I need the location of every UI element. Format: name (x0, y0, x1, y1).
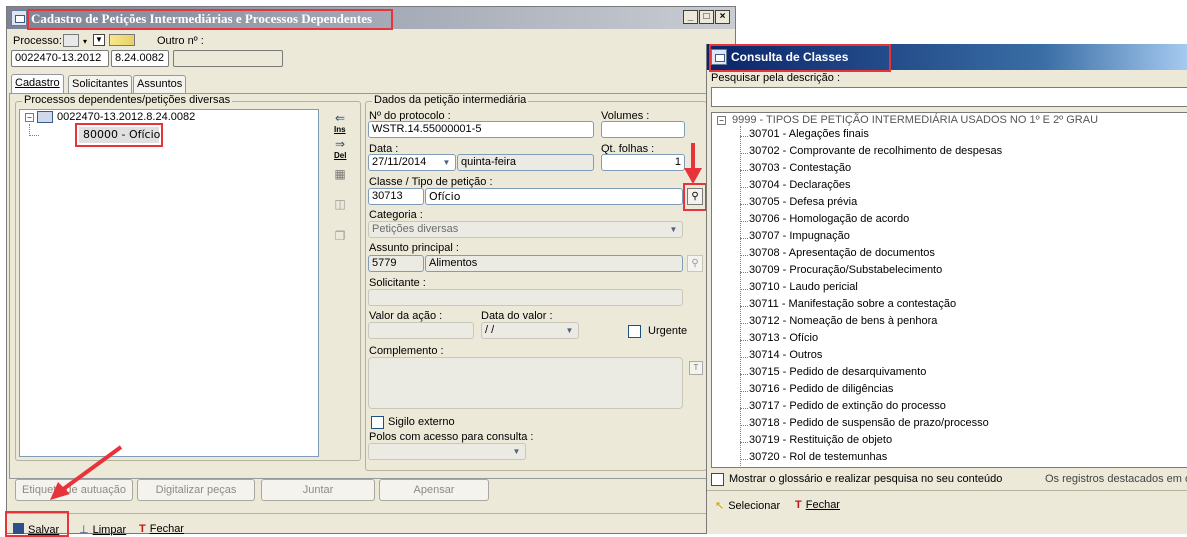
tree-connector (740, 238, 748, 239)
collapse-icon[interactable]: − (717, 116, 726, 125)
tree-connector (740, 187, 748, 188)
class-list-item[interactable]: 30718 - Pedido de suspensão de prazo/pro… (749, 417, 989, 434)
glossario-checkbox[interactable] (711, 473, 724, 486)
tree-connector (740, 340, 748, 341)
class-list-item[interactable]: 30720 - Rol de testemunhas (749, 451, 887, 468)
cursor-icon: ↖ (715, 500, 725, 512)
class-list-item[interactable]: 30701 - Alegações finais (749, 128, 869, 145)
tree-connector (740, 408, 748, 409)
class-list-item[interactable]: 30712 - Nomeação de bens à penhora (749, 315, 937, 332)
tree-connector (740, 357, 748, 358)
search-description-label: Pesquisar pela descrição : (711, 72, 841, 84)
class-list-item[interactable]: 30703 - Contestação (749, 162, 851, 179)
consulta-window: Consulta de Classes Pesquisar pela descr… (706, 44, 1187, 534)
search-description-input[interactable] (711, 87, 1187, 107)
tree-connector (740, 170, 748, 171)
class-list-item[interactable]: 30719 - Restituição de objeto (749, 434, 892, 451)
tree-connector (740, 459, 748, 460)
registros-note: Os registros destacados em cir (1045, 473, 1187, 485)
class-list-item[interactable]: 30711 - Manifestação sobre a contestação (749, 298, 956, 315)
class-list-item[interactable]: 30717 - Pedido de extinção do processo (749, 400, 946, 417)
class-list-item[interactable]: 30704 - Declarações (749, 179, 851, 196)
class-list-item[interactable]: 30710 - Laudo pericial (749, 281, 858, 298)
tree-connector (740, 136, 748, 137)
class-list-item[interactable]: 30707 - Impugnação (749, 230, 850, 247)
selecionar-label: Selecionar (728, 500, 781, 512)
arrow-to-search (684, 143, 702, 184)
close-door-icon: T (795, 499, 802, 511)
glossario-label: Mostrar o glossário e realizar pesquisa … (729, 473, 1003, 485)
selecionar-button[interactable]: ↖ Selecionar (715, 499, 780, 512)
consulta-toolbar-divider (707, 490, 1187, 491)
arrow-to-salvar (50, 445, 123, 500)
tree-connector (740, 374, 748, 375)
classes-root-label[interactable]: 9999 - TIPOS DE PETIÇÃO INTERMEDIÁRIA US… (732, 114, 1098, 126)
tree-connector (740, 425, 748, 426)
tree-connector (740, 221, 748, 222)
tree-connector (740, 442, 748, 443)
class-list-item[interactable]: 30706 - Homologação de acordo (749, 213, 909, 230)
class-list-item[interactable]: 30716 - Pedido de diligências (749, 383, 893, 400)
tree-connector (740, 289, 748, 290)
consulta-fechar-button[interactable]: T Fechar (795, 499, 840, 511)
class-list-item[interactable]: 30702 - Comprovante de recolhimento de d… (749, 145, 1002, 162)
tree-connector (740, 306, 748, 307)
class-list-item[interactable]: 30713 - Ofício (749, 332, 818, 349)
tree-connector (740, 391, 748, 392)
class-list-item[interactable]: 30705 - Defesa prévia (749, 196, 857, 213)
tree-connector (740, 272, 748, 273)
consulta-title-highlight (709, 44, 891, 72)
class-list-item[interactable]: 30708 - Apresentação de documentos (749, 247, 935, 264)
tree-connector (740, 323, 748, 324)
class-list-item[interactable]: 30714 - Outros (749, 349, 822, 366)
class-list-item[interactable]: 30709 - Procuração/Substabelecimento (749, 264, 942, 281)
tree-connector (740, 204, 748, 205)
tree-connector (740, 126, 741, 466)
consulta-fechar-label: Fechar (805, 499, 840, 511)
tree-connector (740, 153, 748, 154)
tree-connector (740, 255, 748, 256)
class-list-item[interactable]: 30715 - Pedido de desarquivamento (749, 366, 926, 383)
